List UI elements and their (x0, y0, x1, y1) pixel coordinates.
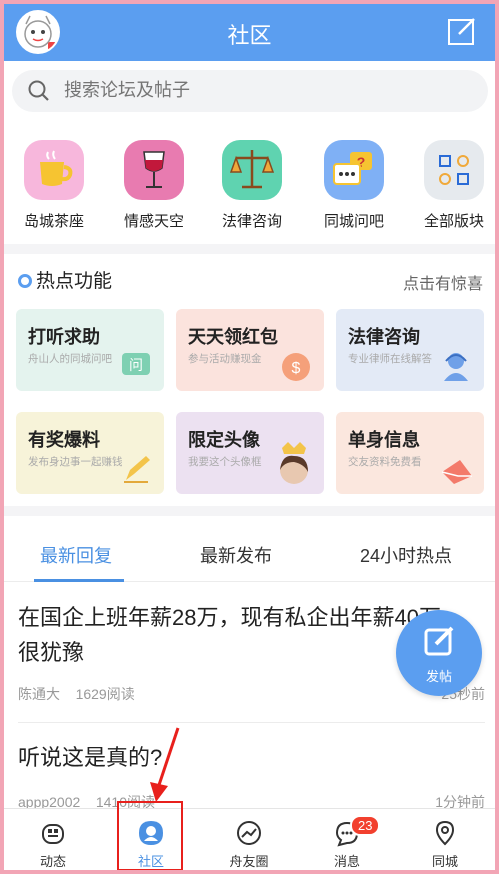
hot-features-title: 热点功能 (18, 266, 112, 293)
search-input[interactable] (64, 80, 444, 101)
card-ask-help[interactable]: 打听求助 舟山人的同城问吧 问 (16, 309, 164, 391)
svg-text:$: $ (292, 360, 301, 377)
app-frame: 社区 岛城茶座 (4, 4, 495, 870)
post-separator (18, 722, 485, 723)
nav-dynamic[interactable]: 动态 (4, 809, 102, 870)
forum-categories: 岛城茶座 情感天空 法律咨询 ? 同城问吧 全部版块 (4, 134, 495, 234)
wine-glass-icon (124, 140, 184, 200)
forum-label: 岛城茶座 (23, 213, 84, 230)
location-icon (431, 819, 459, 847)
nav-label: 消息 (333, 854, 360, 869)
search-bar[interactable] (12, 70, 488, 112)
forum-label: 情感天空 (123, 213, 184, 230)
lawyer-icon (438, 347, 474, 383)
app-header: 社区 (4, 4, 495, 61)
forum-label: 法律咨询 (221, 213, 282, 230)
card-single-info[interactable]: 单身信息 交友资料免费看 (336, 412, 484, 494)
question-icon: 问 (118, 347, 154, 383)
hot-features-more-link[interactable]: 点击有惊喜 (403, 270, 483, 294)
circle-icon (235, 819, 263, 847)
section-dot-icon (18, 274, 32, 288)
card-title: 打听求助 (28, 327, 100, 347)
card-title: 天天领红包 (188, 327, 278, 347)
card-legal-consult[interactable]: 法律咨询 专业律师在线解答 (336, 309, 484, 391)
scales-icon (222, 140, 282, 200)
card-avatar-frame[interactable]: 限定头像 我要这个头像框 (176, 412, 324, 494)
card-subtitle: 我要这个头像框 (188, 456, 262, 468)
forum-city-ask[interactable]: ? 同城问吧 (304, 134, 404, 231)
card-subtitle: 发布身边事一起赚钱 (28, 456, 123, 468)
post-reads: 1629阅读 (75, 686, 135, 702)
section-divider (4, 506, 495, 516)
compose-icon (424, 626, 454, 656)
card-subtitle: 参与活动赚现金 (188, 353, 262, 365)
bottom-nav: 动态 社区 舟友圈 消息 23 同城 (4, 808, 495, 870)
grid-icon (424, 140, 484, 200)
new-post-label: 发帖 (425, 669, 452, 684)
card-red-packet[interactable]: 天天领红包 参与活动赚现金 $ (176, 309, 324, 391)
tab-latest-post[interactable]: 最新发布 (200, 542, 272, 568)
card-subtitle: 舟山人的同城问吧 (28, 353, 112, 365)
forum-label: 同城问吧 (323, 213, 384, 230)
card-subtitle: 专业律师在线解答 (348, 353, 432, 365)
section-divider (4, 244, 495, 254)
post-item[interactable]: 听说这是真的? (18, 740, 484, 775)
nav-label: 动态 (39, 854, 66, 869)
avatar-frame-icon (274, 440, 314, 486)
annotation-arrow-icon (150, 727, 180, 802)
chat-bubbles-icon: ? (324, 140, 384, 200)
tab-underline (34, 579, 124, 582)
post-author[interactable]: 陈通大 (18, 686, 60, 702)
card-title: 限定头像 (188, 430, 260, 450)
svg-text:问: 问 (129, 358, 143, 374)
forum-tea-house[interactable]: 岛城茶座 (4, 134, 104, 231)
nav-local[interactable]: 同城 (396, 809, 494, 870)
unread-badge: 23 (350, 815, 381, 836)
forum-emotion-sky[interactable]: 情感天空 (104, 134, 204, 231)
forum-all-sections[interactable]: 全部版块 (404, 134, 495, 231)
post-tabs: 最新回复 最新发布 24小时热点 (4, 524, 495, 582)
nav-messages[interactable]: 消息 23 (298, 809, 396, 870)
nav-friend-circle[interactable]: 舟友圈 (200, 809, 298, 870)
card-title: 有奖爆料 (28, 430, 100, 450)
nav-label: 舟友圈 (229, 854, 269, 869)
compose-icon[interactable] (447, 16, 477, 46)
money-icon: $ (278, 347, 314, 383)
card-title: 单身信息 (348, 430, 420, 450)
envelope-icon (438, 450, 474, 486)
tab-latest-reply[interactable]: 最新回复 (40, 542, 112, 568)
forum-label: 全部版块 (423, 213, 484, 230)
card-report-tip[interactable]: 有奖爆料 发布身边事一起赚钱 (16, 412, 164, 494)
tea-cup-icon (24, 140, 84, 200)
card-subtitle: 交友资料免费看 (348, 456, 422, 468)
search-icon (28, 80, 50, 102)
card-title: 法律咨询 (348, 327, 420, 347)
dynamic-icon (39, 819, 67, 847)
post-title[interactable]: 听说这是真的? (18, 740, 484, 775)
post-meta-left: 陈通大 1629阅读 (18, 684, 135, 704)
page-title: 社区 (227, 23, 272, 48)
forum-legal-consult[interactable]: 法律咨询 (202, 134, 302, 231)
annotation-highlight-box (117, 801, 183, 870)
new-post-button[interactable]: 发帖 (396, 610, 482, 696)
tab-24h-hot[interactable]: 24小时热点 (360, 542, 452, 568)
pencil-icon (118, 450, 154, 486)
nav-label: 同城 (431, 854, 458, 869)
